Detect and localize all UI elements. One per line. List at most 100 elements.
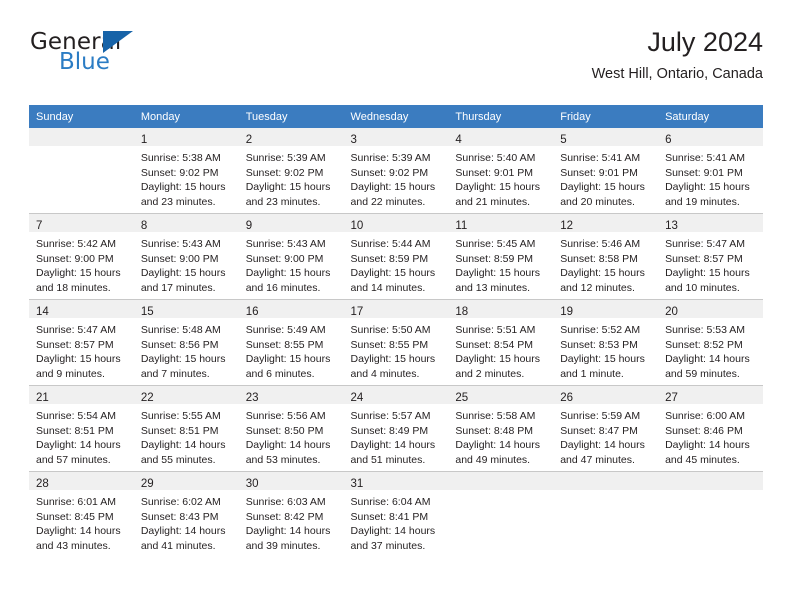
calendar-day-cell[interactable]: 20 Sunrise: 5:53 AM Sunset: 8:52 PM Dayligh… bbox=[658, 299, 763, 386]
day-cell-inner: 5 Sunrise: 5:41 AM Sunset: 9:01 PM Daylight… bbox=[553, 128, 659, 213]
day-number-strip: 13 bbox=[658, 214, 763, 232]
calendar-day-cell[interactable]: 14 Sunrise: 5:47 AM Sunset: 8:57 PM Dayligh… bbox=[29, 299, 134, 386]
sunset-text: Sunset: 8:46 PM bbox=[665, 424, 743, 437]
daylight-text-line2: and 4 minutes. bbox=[350, 367, 420, 380]
day-number-strip: 5 bbox=[553, 128, 659, 146]
day-number: 7 bbox=[36, 220, 43, 232]
day-number: 19 bbox=[560, 306, 574, 318]
calendar-day-cell[interactable]: 26 Sunrise: 5:59 AM Sunset: 8:47 PM Dayligh… bbox=[553, 385, 659, 472]
daylight-text-line2: and 41 minutes. bbox=[140, 539, 216, 552]
sunrise-text: Sunrise: 5:56 AM bbox=[245, 410, 326, 422]
day-number-strip: 23 bbox=[238, 386, 344, 404]
sunrise-text: Sunrise: 6:04 AM bbox=[350, 496, 431, 508]
weekday-header-friday: Friday bbox=[553, 105, 659, 128]
day-cell-inner: 22 Sunrise: 5:55 AM Sunset: 8:51 PM Dayligh… bbox=[133, 386, 239, 471]
calendar-day-cell[interactable]: 31 Sunrise: 6:04 AM Sunset: 8:41 PM Dayligh… bbox=[343, 471, 449, 557]
calendar-day-cell[interactable]: 11 Sunrise: 5:45 AM Sunset: 8:59 PM Dayligh… bbox=[448, 213, 554, 300]
general-blue-logo[interactable]: General Blue bbox=[29, 28, 229, 88]
calendar-day-cell[interactable]: 24 Sunrise: 5:57 AM Sunset: 8:49 PM Dayligh… bbox=[343, 385, 449, 472]
sunrise-text: Sunrise: 6:01 AM bbox=[36, 496, 116, 508]
daylight-text-line2: and 16 minutes. bbox=[245, 281, 321, 294]
day-number-strip: 29 bbox=[133, 472, 239, 490]
calendar-day-cell[interactable]: 10 Sunrise: 5:44 AM Sunset: 8:59 PM Dayligh… bbox=[343, 213, 449, 300]
daylight-text-line1: Daylight: 15 hours bbox=[350, 267, 436, 279]
calendar-day-cell[interactable]: 15 Sunrise: 5:48 AM Sunset: 8:56 PM Dayligh… bbox=[133, 299, 239, 386]
day-details: Sunrise: 6:04 AM Sunset: 8:41 PM Daylight:… bbox=[344, 490, 449, 553]
calendar-day-cell[interactable]: 3 Sunrise: 5:39 AM Sunset: 9:02 PM Daylight… bbox=[343, 128, 449, 214]
day-cell-inner: 28 Sunrise: 6:01 AM Sunset: 8:45 PM Dayligh… bbox=[29, 472, 134, 557]
day-details: Sunrise: 6:03 AM Sunset: 8:42 PM Daylight:… bbox=[239, 490, 344, 553]
sunrise-text: Sunrise: 5:45 AM bbox=[455, 238, 536, 250]
calendar-day-cell[interactable]: 18 Sunrise: 5:51 AM Sunset: 8:54 PM Dayligh… bbox=[448, 299, 554, 386]
calendar-day-cell[interactable]: 25 Sunrise: 5:58 AM Sunset: 8:48 PM Dayligh… bbox=[448, 385, 554, 472]
calendar-day-cell[interactable]: 23 Sunrise: 5:56 AM Sunset: 8:50 PM Dayligh… bbox=[238, 385, 344, 472]
daylight-text-line1: Daylight: 14 hours bbox=[245, 525, 331, 537]
sunrise-text: Sunrise: 6:03 AM bbox=[245, 496, 326, 508]
day-number-strip: 30 bbox=[238, 472, 344, 490]
calendar-day-cell[interactable] bbox=[29, 128, 134, 214]
calendar-day-cell[interactable]: 29 Sunrise: 6:02 AM Sunset: 8:43 PM Dayligh… bbox=[133, 471, 239, 557]
calendar-day-cell[interactable]: 6 Sunrise: 5:41 AM Sunset: 9:01 PM Daylight… bbox=[658, 128, 763, 214]
day-number: 5 bbox=[560, 134, 567, 146]
daylight-text-line1: Daylight: 15 hours bbox=[560, 267, 645, 279]
title-block: July 2024 West Hill, Ontario, Canada bbox=[592, 27, 763, 83]
calendar-day-cell[interactable]: 28 Sunrise: 6:01 AM Sunset: 8:45 PM Dayligh… bbox=[29, 471, 134, 557]
calendar-day-cell[interactable]: 9 Sunrise: 5:43 AM Sunset: 9:00 PM Daylight… bbox=[238, 213, 344, 300]
calendar-day-cell[interactable]: 4 Sunrise: 5:40 AM Sunset: 9:01 PM Daylight… bbox=[448, 128, 554, 214]
calendar-week-row: 1 Sunrise: 5:38 AM Sunset: 9:02 PM Daylight… bbox=[29, 128, 763, 214]
daylight-text-line1: Daylight: 15 hours bbox=[560, 353, 645, 365]
daylight-text-line2: and 20 minutes. bbox=[560, 195, 635, 208]
day-details: Sunrise: 5:52 AM Sunset: 8:53 PM Daylight:… bbox=[553, 318, 658, 381]
day-cell-inner bbox=[553, 472, 659, 557]
day-details: Sunrise: 5:53 AM Sunset: 8:52 PM Daylight:… bbox=[658, 318, 763, 381]
day-number-strip: 28 bbox=[29, 472, 134, 490]
daylight-text-line1: Daylight: 15 hours bbox=[350, 353, 436, 365]
calendar-day-cell[interactable]: 1 Sunrise: 5:38 AM Sunset: 9:02 PM Daylight… bbox=[133, 128, 239, 214]
day-details: Sunrise: 5:59 AM Sunset: 8:47 PM Daylight:… bbox=[553, 404, 658, 467]
day-number: 14 bbox=[36, 306, 49, 318]
calendar-day-cell[interactable] bbox=[553, 471, 659, 557]
day-details: Sunrise: 5:50 AM Sunset: 8:55 PM Daylight:… bbox=[344, 318, 449, 381]
calendar-day-cell[interactable]: 12 Sunrise: 5:46 AM Sunset: 8:58 PM Dayligh… bbox=[553, 213, 659, 300]
day-details: Sunrise: 5:41 AM Sunset: 9:01 PM Daylight:… bbox=[658, 146, 763, 209]
day-number-strip bbox=[29, 128, 134, 146]
sunset-text: Sunset: 8:51 PM bbox=[36, 424, 114, 437]
daylight-text-line1: Daylight: 15 hours bbox=[140, 267, 226, 279]
calendar-day-cell[interactable] bbox=[448, 471, 554, 557]
calendar-day-cell[interactable] bbox=[658, 471, 763, 557]
daylight-text-line2: and 57 minutes. bbox=[36, 453, 111, 466]
day-cell-inner: 1 Sunrise: 5:38 AM Sunset: 9:02 PM Daylight… bbox=[133, 128, 239, 213]
day-details: Sunrise: 5:38 AM Sunset: 9:02 PM Daylight:… bbox=[134, 146, 239, 209]
sunrise-text: Sunrise: 6:02 AM bbox=[140, 496, 221, 508]
calendar-day-cell[interactable]: 16 Sunrise: 5:49 AM Sunset: 8:55 PM Dayligh… bbox=[238, 299, 344, 386]
calendar-day-cell[interactable]: 8 Sunrise: 5:43 AM Sunset: 9:00 PM Daylight… bbox=[133, 213, 239, 300]
calendar-day-cell[interactable]: 21 Sunrise: 5:54 AM Sunset: 8:51 PM Dayligh… bbox=[29, 385, 134, 472]
daylight-text-line1: Daylight: 15 hours bbox=[350, 181, 436, 193]
day-details: Sunrise: 5:41 AM Sunset: 9:01 PM Daylight:… bbox=[553, 146, 658, 209]
calendar-day-cell[interactable]: 7 Sunrise: 5:42 AM Sunset: 9:00 PM Daylight… bbox=[29, 213, 134, 300]
sunset-text: Sunset: 9:01 PM bbox=[455, 166, 534, 179]
calendar-day-cell[interactable]: 13 Sunrise: 5:47 AM Sunset: 8:57 PM Dayligh… bbox=[658, 213, 763, 300]
calendar-day-cell[interactable]: 19 Sunrise: 5:52 AM Sunset: 8:53 PM Dayligh… bbox=[553, 299, 659, 386]
day-number-strip: 1 bbox=[133, 128, 239, 146]
sunset-text: Sunset: 8:50 PM bbox=[245, 424, 324, 437]
day-number-strip: 24 bbox=[343, 386, 449, 404]
sunset-text: Sunset: 9:02 PM bbox=[245, 166, 324, 179]
calendar-day-cell[interactable]: 30 Sunrise: 6:03 AM Sunset: 8:42 PM Dayligh… bbox=[238, 471, 344, 557]
calendar-day-cell[interactable]: 5 Sunrise: 5:41 AM Sunset: 9:01 PM Daylight… bbox=[553, 128, 659, 214]
day-number-strip bbox=[448, 472, 554, 490]
daylight-text-line1: Daylight: 14 hours bbox=[350, 525, 436, 537]
day-number-strip: 31 bbox=[343, 472, 449, 490]
day-cell-inner: 14 Sunrise: 5:47 AM Sunset: 8:57 PM Dayligh… bbox=[29, 300, 134, 385]
calendar-day-cell[interactable]: 27 Sunrise: 6:00 AM Sunset: 8:46 PM Dayligh… bbox=[658, 385, 763, 472]
day-cell-inner: 19 Sunrise: 5:52 AM Sunset: 8:53 PM Dayligh… bbox=[553, 300, 659, 385]
day-number-strip: 12 bbox=[553, 214, 659, 232]
calendar-day-cell[interactable]: 2 Sunrise: 5:39 AM Sunset: 9:02 PM Daylight… bbox=[238, 128, 344, 214]
weekday-header-sunday: Sunday bbox=[29, 105, 134, 128]
calendar-body: 1 Sunrise: 5:38 AM Sunset: 9:02 PM Daylight… bbox=[29, 128, 763, 557]
calendar-day-cell[interactable]: 17 Sunrise: 5:50 AM Sunset: 8:55 PM Dayligh… bbox=[343, 299, 449, 386]
sunset-text: Sunset: 8:58 PM bbox=[560, 252, 638, 265]
day-number: 8 bbox=[140, 220, 148, 232]
calendar-day-cell[interactable]: 22 Sunrise: 5:55 AM Sunset: 8:51 PM Dayligh… bbox=[133, 385, 239, 472]
sunset-text: Sunset: 8:59 PM bbox=[350, 252, 429, 265]
